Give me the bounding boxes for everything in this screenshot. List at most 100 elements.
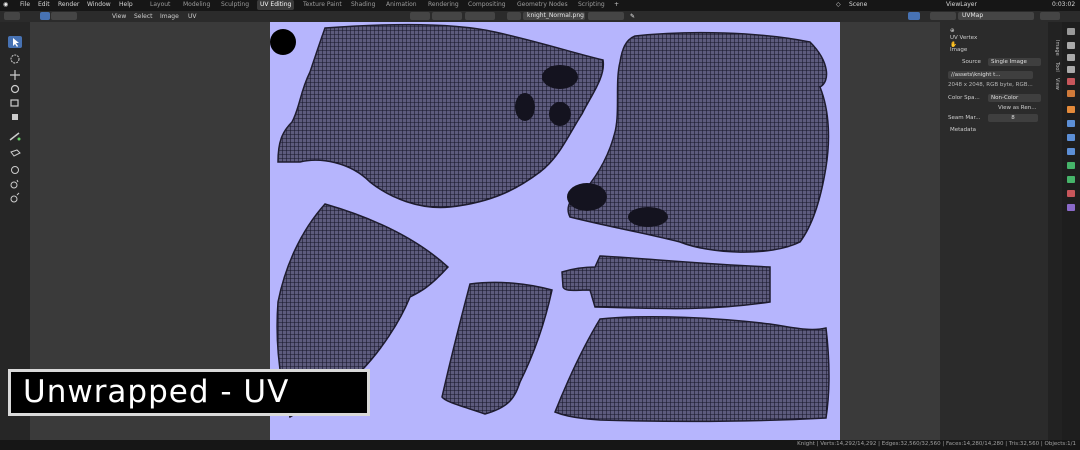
menu-window[interactable]: Window [87, 1, 111, 8]
tab-animation[interactable]: Animation [386, 1, 417, 8]
select-box-icon[interactable] [8, 36, 22, 48]
color-space-label: Color Spa... [948, 95, 980, 101]
relax-icon[interactable] [8, 164, 22, 176]
tab-shading[interactable]: Shading [351, 1, 375, 8]
texture-props-icon[interactable] [1067, 204, 1075, 211]
menu-help[interactable]: Help [119, 1, 133, 8]
view-layer-props-icon[interactable] [1067, 66, 1075, 73]
caption-banner: Unwrapped - UV [8, 369, 370, 416]
tab-rendering[interactable]: Rendering [428, 1, 459, 8]
menu-view[interactable]: View [112, 13, 126, 20]
menu-uv[interactable]: UV [188, 13, 197, 20]
tab-tool[interactable]: Tool [1050, 62, 1060, 72]
tab-image[interactable]: Image [1050, 40, 1060, 56]
rip-icon[interactable] [8, 192, 22, 204]
uv-map-field[interactable]: UVMap [958, 12, 1034, 20]
menu-select[interactable]: Select [134, 13, 153, 20]
properties-tabs [1062, 22, 1080, 440]
move-icon[interactable] [8, 69, 22, 81]
view-options-button[interactable] [1040, 12, 1060, 20]
image-actions-buttons[interactable] [588, 12, 624, 20]
proportional-button[interactable] [465, 12, 495, 20]
image-name-field[interactable]: knight_Normal.png [523, 12, 585, 20]
scene-icon: ◇ [836, 1, 841, 8]
image-name-label: knight_Normal.png [527, 12, 584, 19]
tab-modeling[interactable]: Modeling [183, 1, 210, 8]
modifier-props-icon[interactable] [1067, 120, 1075, 127]
blender-logo-icon[interactable]: ◉ [3, 1, 8, 8]
editor-type-button[interactable] [4, 12, 20, 20]
scene-props-icon[interactable] [1067, 78, 1075, 85]
view-as-render-checkbox[interactable]: View as Ren... [998, 105, 1036, 111]
uv-island-center-strip[interactable] [441, 281, 553, 415]
particles-props-icon[interactable] [1067, 134, 1075, 141]
seam-margin-label: Seam Mar... [948, 115, 981, 121]
tab-layout[interactable]: Layout [150, 1, 170, 8]
sidebar-panel: ⊕ ✋ UV Vertex Image Source Single Image … [940, 22, 1048, 440]
menu-render[interactable]: Render [58, 1, 79, 8]
section-metadata[interactable]: Metadata [950, 127, 976, 133]
pin-icon[interactable]: ✎ [630, 13, 635, 20]
pivot-button[interactable] [410, 12, 430, 20]
filepath-value: //assets\knight t... [951, 72, 1001, 78]
transform-icon[interactable] [8, 111, 22, 123]
seam-margin-field[interactable]: 8 [988, 114, 1038, 122]
time-display: 0:03:02 [1052, 1, 1076, 8]
filepath-field[interactable]: //assets\knight t... [948, 71, 1033, 79]
caption-text: Unwrapped - UV [23, 374, 290, 410]
status-bar: Knight | Verts:14,292/14,292 | Edges:32,… [0, 440, 1080, 450]
grab-icon[interactable] [8, 148, 22, 160]
uv-map-icon-button[interactable] [930, 12, 956, 20]
source-label: Source [962, 59, 981, 65]
section-image[interactable]: Image [950, 47, 967, 53]
world-props-icon[interactable] [1067, 90, 1075, 97]
scale-icon[interactable] [8, 97, 22, 109]
output-props-icon[interactable] [1067, 54, 1075, 61]
uv-island-sleeve[interactable] [561, 255, 771, 310]
constraints-props-icon[interactable] [1067, 162, 1075, 169]
cursor-icon[interactable] [8, 53, 22, 65]
source-dropdown[interactable]: Single Image [988, 58, 1041, 66]
sidebar-tabs: Image Tool View [1048, 22, 1062, 440]
tab-sculpting[interactable]: Sculpting [221, 1, 249, 8]
snap-button[interactable] [432, 12, 462, 20]
view-layer-selector[interactable]: ViewLayer [946, 1, 977, 8]
uv-island-upper-right[interactable] [567, 31, 830, 253]
uv-select-mode-button[interactable] [40, 12, 50, 20]
zoom-icon[interactable]: ⊕ [950, 28, 955, 34]
menu-file[interactable]: File [20, 1, 30, 8]
color-space-value: Non-Color [991, 95, 1019, 101]
scene-selector[interactable]: Scene [849, 1, 867, 8]
tab-compositing[interactable]: Compositing [468, 1, 506, 8]
menu-image[interactable]: Image [160, 13, 179, 20]
source-value: Single Image [991, 59, 1027, 65]
add-workspace-button[interactable]: + [614, 1, 619, 8]
tool-props-icon[interactable] [1067, 28, 1075, 35]
render-props-icon[interactable] [1067, 42, 1075, 49]
tab-texture-paint[interactable]: Texture Paint [303, 1, 342, 8]
sync-selection-button[interactable] [51, 12, 77, 20]
tab-view[interactable]: View [1050, 78, 1060, 90]
tab-scripting[interactable]: Scripting [578, 1, 605, 8]
texture-dot [270, 29, 296, 55]
menu-edit[interactable]: Edit [38, 1, 50, 8]
uv-island-skirt[interactable] [554, 316, 830, 423]
physics-props-icon[interactable] [1067, 148, 1075, 155]
editor-header: View Select Image UV knight_Normal.png ✎… [0, 11, 1080, 22]
image-browse-button[interactable] [507, 12, 521, 20]
tab-uv-editing[interactable]: UV Editing [257, 0, 295, 10]
display-channels-button[interactable] [908, 12, 920, 20]
data-props-icon[interactable] [1067, 176, 1075, 183]
section-uv-vertex[interactable]: UV Vertex [950, 35, 977, 41]
material-props-icon[interactable] [1067, 190, 1075, 197]
seam-margin-value: 8 [1011, 115, 1015, 121]
scene-statistics: Knight | Verts:14,292/14,292 | Edges:32,… [797, 441, 1076, 447]
tab-geometry-nodes[interactable]: Geometry Nodes [517, 1, 568, 8]
annotate-icon[interactable] [8, 130, 22, 142]
image-info: 2048 x 2048, RGB byte, RGB... [948, 82, 1033, 88]
rotate-icon[interactable] [8, 83, 22, 95]
object-props-icon[interactable] [1067, 106, 1075, 113]
color-space-dropdown[interactable]: Non-Color [988, 94, 1041, 102]
pinch-icon[interactable] [8, 178, 22, 190]
top-menu-bar: ◉ File Edit Render Window Help Layout Mo… [0, 0, 1080, 11]
